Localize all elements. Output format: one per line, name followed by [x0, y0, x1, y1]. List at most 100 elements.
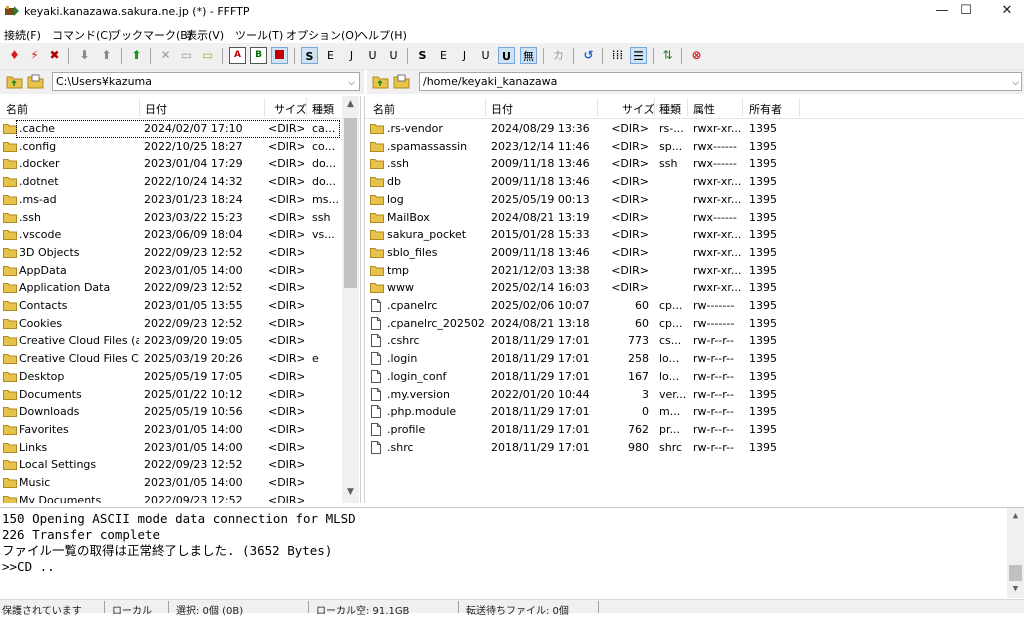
remote-header-name[interactable]: 名前: [373, 101, 395, 117]
upload-icon[interactable]: ⬆: [98, 47, 115, 64]
local-utf8bom-button[interactable]: U: [498, 47, 515, 64]
scroll-up-arrow-icon[interactable]: ▲: [1007, 508, 1024, 525]
remote-file-row[interactable]: .cpanelrc 2025/02/06 10:07 60 cp... rw------…: [365, 297, 1024, 315]
host-euc-button[interactable]: E: [322, 47, 339, 64]
mkdir-icon[interactable]: ▭: [199, 47, 216, 64]
download-icon[interactable]: ⬇: [76, 47, 93, 64]
remote-parent-folder-icon[interactable]: [372, 74, 389, 89]
menu-view[interactable]: 表示(V): [186, 27, 224, 43]
local-header-name[interactable]: 名前: [6, 101, 28, 117]
scroll-up-arrow-icon[interactable]: ▲: [342, 96, 359, 113]
remote-file-row[interactable]: .spamassassin 2023/12/14 11:46 <DIR> sp... r…: [365, 138, 1024, 156]
local-header-size[interactable]: サイズ: [274, 101, 307, 117]
remote-file-list[interactable]: 名前 日付 サイズ 種類 属性 所有者 .rs-vendor 2024/08/29…: [364, 96, 1024, 503]
remote-header-owner[interactable]: 所有者: [749, 101, 782, 117]
local-file-row[interactable]: .ssh 2023/03/22 15:23 <DIR> ssh: [0, 209, 360, 227]
menu-connect[interactable]: 接続(F): [4, 27, 41, 43]
log-scroll-thumb[interactable]: [1009, 565, 1022, 581]
remote-file-row[interactable]: www 2025/02/14 16:03 <DIR> rwxr-xr... 1395: [365, 279, 1024, 297]
local-file-row[interactable]: Music 2023/01/05 14:00 <DIR>: [0, 474, 360, 492]
remote-file-row[interactable]: .ssh 2009/11/18 13:46 <DIR> ssh rwx------ 139…: [365, 155, 1024, 173]
menu-tools[interactable]: ツール(T): [235, 27, 283, 43]
host-jis-button[interactable]: J: [343, 47, 360, 64]
local-file-row[interactable]: Creative Cloud Files (a... 2023/09/20 19:…: [0, 332, 360, 350]
binary-mode-button[interactable]: B: [250, 47, 267, 64]
kana-button[interactable]: カ: [550, 47, 567, 64]
local-file-row[interactable]: Cookies 2022/09/23 12:52 <DIR>: [0, 315, 360, 333]
remote-file-row[interactable]: .profile 2018/11/29 17:01 762 pr... rw-r--r-…: [365, 421, 1024, 439]
scroll-down-arrow-icon[interactable]: ▼: [1007, 581, 1024, 598]
remote-file-row[interactable]: tmp 2021/12/03 13:38 <DIR> rwxr-xr... 1395: [365, 262, 1024, 280]
local-parent-folder-icon[interactable]: [6, 74, 23, 89]
menu-help[interactable]: ヘルプ(H): [357, 27, 407, 43]
remote-header-size[interactable]: サイズ: [622, 101, 655, 117]
remote-open-folder-icon[interactable]: [393, 74, 410, 89]
remote-header-attr[interactable]: 属性: [693, 101, 715, 117]
menu-command[interactable]: コマンド(C): [52, 27, 112, 43]
remote-file-row[interactable]: .php.module 2018/11/29 17:01 0 m... rw-r--r-…: [365, 403, 1024, 421]
remote-file-row[interactable]: .my.version 2022/01/20 10:44 3 ver... rw-r--…: [365, 386, 1024, 404]
detail-view-icon[interactable]: ☰: [630, 47, 647, 64]
local-sjis-button[interactable]: S: [414, 47, 431, 64]
local-file-row[interactable]: Local Settings 2022/09/23 12:52 <DIR>: [0, 456, 360, 474]
local-file-row[interactable]: Documents 2025/01/22 10:12 <DIR>: [0, 386, 360, 404]
disconnect-icon[interactable]: ✖: [46, 47, 63, 64]
remote-file-row[interactable]: .shrc 2018/11/29 17:01 980 shrc rw-r--r-- 139…: [365, 439, 1024, 457]
scroll-down-arrow-icon[interactable]: ▼: [342, 484, 359, 501]
local-file-row[interactable]: Links 2023/01/05 14:00 <DIR>: [0, 439, 360, 457]
local-file-row[interactable]: .dotnet 2022/10/24 14:32 <DIR> do...: [0, 173, 360, 191]
mirror-upload-icon[interactable]: ⬆: [128, 47, 145, 64]
local-header-date[interactable]: 日付: [145, 101, 167, 117]
host-utf8-button[interactable]: U: [364, 47, 381, 64]
auto-mode-button[interactable]: [271, 47, 288, 64]
local-file-row[interactable]: .docker 2023/01/04 17:29 <DIR> do...: [0, 155, 360, 173]
local-file-row[interactable]: 3D Objects 2022/09/23 12:52 <DIR>: [0, 244, 360, 262]
local-file-row[interactable]: Creative Cloud Files C... 2025/03/19 20:2…: [0, 350, 360, 368]
remote-file-row[interactable]: log 2025/05/19 00:13 <DIR> rwxr-xr... 1395: [365, 191, 1024, 209]
local-header-type[interactable]: 種類: [312, 101, 334, 117]
connect-icon[interactable]: ♦: [6, 47, 23, 64]
local-scroll-thumb[interactable]: [344, 118, 357, 288]
sync-browse-icon[interactable]: ⇅: [659, 47, 676, 64]
refresh-icon[interactable]: ↺: [580, 47, 597, 64]
remote-file-row[interactable]: .login 2018/11/29 17:01 258 lo... rw-r--r-- 1…: [365, 350, 1024, 368]
local-file-row[interactable]: Downloads 2025/05/19 10:56 <DIR>: [0, 403, 360, 421]
local-file-row[interactable]: .vscode 2023/06/09 18:04 <DIR> vs...: [0, 226, 360, 244]
local-utf8-button[interactable]: U: [477, 47, 494, 64]
stop-icon[interactable]: ⊗: [688, 47, 705, 64]
no-conversion-button[interactable]: 無: [520, 47, 537, 64]
local-file-row[interactable]: Contacts 2023/01/05 13:55 <DIR>: [0, 297, 360, 315]
local-file-row[interactable]: My Documents 2022/09/23 12:52 <DIR>: [0, 492, 360, 503]
remote-file-row[interactable]: sblo_files 2009/11/18 13:46 <DIR> rwxr-xr..…: [365, 244, 1024, 262]
remote-file-row[interactable]: MailBox 2024/08/21 13:19 <DIR> rwx------ 139…: [365, 209, 1024, 227]
host-utf8bom-button[interactable]: U: [385, 47, 402, 64]
maximize-button[interactable]: ☐: [943, 0, 989, 24]
local-jis-button[interactable]: J: [456, 47, 473, 64]
ascii-mode-button[interactable]: A: [229, 47, 246, 64]
menu-options[interactable]: オプション(O): [286, 27, 358, 43]
local-file-row[interactable]: Favorites 2023/01/05 14:00 <DIR>: [0, 421, 360, 439]
local-file-row[interactable]: .ms-ad 2023/01/23 18:24 <DIR> ms...: [0, 191, 360, 209]
local-scrollbar[interactable]: ▲ ▼: [342, 96, 359, 503]
close-button[interactable]: ✕: [984, 0, 1024, 24]
remote-file-row[interactable]: .cshrc 2018/11/29 17:01 773 cs... rw-r--r-- 1…: [365, 332, 1024, 350]
list-view-icon[interactable]: ⁞⁞⁞: [609, 47, 626, 64]
chevron-down-icon[interactable]: ⌵: [348, 75, 355, 90]
remote-file-row[interactable]: sakura_pocket 2015/01/28 15:33 <DIR> rwxr-x…: [365, 226, 1024, 244]
local-path-input[interactable]: C:\Users¥kazuma ⌵: [52, 72, 360, 91]
remote-path-input[interactable]: /home/keyaki_kanazawa ⌵: [419, 72, 1022, 91]
local-file-row[interactable]: Application Data 2022/09/23 12:52 <DIR>: [0, 279, 360, 297]
remote-header-type[interactable]: 種類: [659, 101, 681, 117]
quick-connect-icon[interactable]: ⚡: [26, 47, 43, 64]
local-file-row[interactable]: AppData 2023/01/05 14:00 <DIR>: [0, 262, 360, 280]
remote-file-row[interactable]: .rs-vendor 2024/08/29 13:36 <DIR> rs-... rwx…: [365, 120, 1024, 138]
log-panel[interactable]: 150 Opening ASCII mode data connection f…: [0, 507, 1024, 598]
local-file-list[interactable]: 名前 日付 サイズ 種類 .cache 2024/02/07 17:10 <DIR>…: [0, 96, 361, 503]
log-scrollbar[interactable]: ▲ ▼: [1007, 508, 1024, 598]
chevron-down-icon[interactable]: ⌵: [1012, 75, 1019, 90]
local-file-row[interactable]: .config 2022/10/25 18:27 <DIR> co...: [0, 138, 360, 156]
remote-file-row[interactable]: .login_conf 2018/11/29 17:01 167 lo... rw-r-…: [365, 368, 1024, 386]
remote-file-row[interactable]: db 2009/11/18 13:46 <DIR> rwxr-xr... 1395: [365, 173, 1024, 191]
local-euc-button[interactable]: E: [435, 47, 452, 64]
local-open-folder-icon[interactable]: [27, 74, 44, 89]
